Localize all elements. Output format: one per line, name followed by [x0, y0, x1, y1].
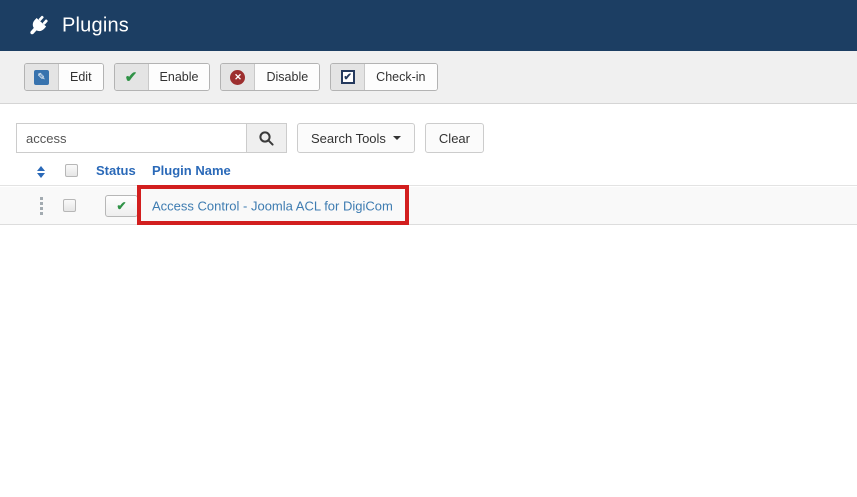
- checkin-button-label: Check-in: [365, 64, 436, 90]
- filter-bar: Search Tools Clear: [16, 123, 484, 153]
- select-all-checkbox[interactable]: [65, 164, 78, 177]
- disable-button[interactable]: ✕ Disable: [220, 63, 320, 91]
- toolbar: ✎ Edit ✔ Enable ✕ Disable ✔ Ch: [0, 51, 857, 104]
- status-toggle-button[interactable]: ✔: [105, 195, 138, 217]
- edit-icon: ✎: [25, 64, 59, 90]
- clear-button-label: Clear: [439, 131, 470, 146]
- cancel-circle-icon: ✕: [221, 64, 255, 90]
- clear-button[interactable]: Clear: [425, 123, 484, 153]
- plugin-name-link[interactable]: Access Control - Joomla ACL for DigiCom: [152, 198, 393, 213]
- search-tools-button[interactable]: Search Tools: [297, 123, 415, 153]
- plug-icon: [27, 14, 49, 38]
- disable-button-label: Disable: [255, 64, 319, 90]
- table-row: ✔ Access Control - Joomla ACL for DigiCo…: [0, 187, 857, 225]
- checkbox-checked-icon: ✔: [331, 64, 365, 90]
- ordering-sort-button[interactable]: [34, 163, 48, 181]
- edit-button[interactable]: ✎ Edit: [24, 63, 104, 91]
- plugins-manager-page: Plugins ✎ Edit ✔ Enable ✕ Disable: [0, 0, 857, 497]
- column-header-plugin-name[interactable]: Plugin Name: [152, 163, 231, 178]
- sort-down-icon: [37, 173, 45, 178]
- page-title: Plugins: [62, 14, 129, 37]
- column-header-status[interactable]: Status: [96, 163, 136, 178]
- edit-button-label: Edit: [59, 64, 103, 90]
- search-submit-button[interactable]: [246, 123, 287, 153]
- enable-button-label: Enable: [149, 64, 210, 90]
- search-tools-label: Search Tools: [311, 131, 386, 146]
- checkin-button[interactable]: ✔ Check-in: [330, 63, 437, 91]
- sort-up-icon: [37, 166, 45, 171]
- enable-button[interactable]: ✔ Enable: [114, 63, 211, 91]
- row-checkbox[interactable]: [63, 199, 76, 212]
- table-header: Status Plugin Name: [0, 159, 857, 186]
- search-icon: [258, 130, 275, 147]
- caret-down-icon: [393, 136, 401, 140]
- toolbar-buttons: ✎ Edit ✔ Enable ✕ Disable ✔ Ch: [24, 63, 438, 91]
- page-header: Plugins: [0, 0, 857, 51]
- drag-handle[interactable]: [37, 196, 45, 216]
- check-icon: ✔: [115, 64, 149, 90]
- search-input[interactable]: [16, 123, 247, 153]
- enabled-check-icon: ✔: [116, 200, 126, 212]
